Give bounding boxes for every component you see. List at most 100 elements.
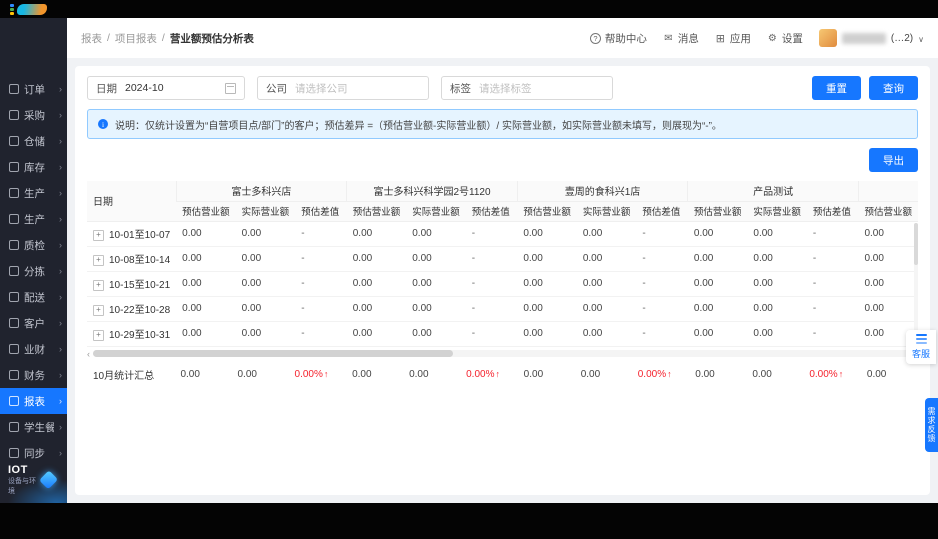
qc-icon (9, 240, 19, 250)
header-action-label: 消息 (677, 32, 699, 45)
breadcrumb-item[interactable]: 报表 (81, 31, 102, 46)
search-button[interactable]: 查询 (869, 76, 918, 100)
sidebar-item-inventory[interactable]: 库存 (0, 154, 67, 180)
summary-value-cell: 0.00 (752, 368, 772, 380)
sidebar-item-orders[interactable]: 订单 (0, 76, 67, 102)
sidebar-item-delivery[interactable]: 配送 (0, 284, 67, 310)
value-cell: - (806, 296, 859, 322)
reports-icon (9, 396, 19, 406)
summary-value-cell: 0.00 (523, 368, 544, 380)
sidebar-item-label: 分拣 (24, 265, 45, 278)
app-logo (10, 3, 47, 15)
sidebar-item-production-2[interactable]: 生产 (0, 206, 67, 232)
tag-filter-label: 标签 (450, 82, 471, 95)
value-cell: 0.00 (747, 221, 807, 247)
sidebar-item-production[interactable]: 生产 (0, 180, 67, 206)
logo-squares-icon (10, 3, 14, 15)
sidebar-item-qc[interactable]: 质检 (0, 232, 67, 258)
sidebar-item-reports[interactable]: 报表 (0, 388, 67, 414)
value-cell: 0.00 (747, 271, 807, 297)
sidebar-item-storage[interactable]: 仓储 (0, 128, 67, 154)
scrollbar-thumb[interactable] (93, 350, 454, 357)
value-cell: - (465, 221, 518, 247)
summary-viewport: 10月统计汇总 0.00 0.00 0.00% 0.00 0.00 0.00% 0.00 0.0… (87, 361, 918, 388)
row-date-label: 10-01至10-07 (109, 230, 171, 241)
value-cell: 0.00 (747, 246, 807, 272)
value-cell: - (806, 221, 859, 247)
value-cell: 0.00 (576, 321, 637, 347)
sidebar-item-label: 生产 (24, 213, 45, 226)
tag-filter[interactable]: 标签 请选择标签 (441, 76, 613, 100)
service-label: 客服 (911, 349, 930, 359)
scroll-left-icon[interactable] (87, 349, 90, 359)
user-name-suffix: (…2) (890, 32, 914, 44)
table-viewport: 日期 富士多科兴店 富士多科兴科学园2号1120 壹周的食科兴1店 产品测试 预估营业额实… (87, 181, 918, 347)
row-date-cell: 10-01至10-07 (87, 221, 177, 247)
screen: 订单采购仓储库存生产生产质检分拣配送客户业财财务报表学生餐同步 IOT 设备与环… (0, 0, 938, 539)
sidebar-item-customers[interactable]: 客户 (0, 310, 67, 336)
export-button[interactable]: 导出 (869, 148, 918, 172)
expand-icon[interactable] (93, 279, 104, 291)
value-cell: 0.00 (235, 296, 296, 322)
value-cell: 0.00 (576, 296, 637, 322)
scrollbar-track[interactable] (93, 350, 912, 357)
info-alert-text: 说明：仅统计设置为“自营项目点/部门”的客户；预估差异 =（预估营业额-实际营业… (115, 120, 722, 132)
sidebar-item-sorting[interactable]: 分拣 (0, 258, 67, 284)
value-cell: 0.00 (235, 321, 296, 347)
value-cell: - (806, 321, 859, 347)
value-cell: - (465, 296, 518, 322)
column-subheader-partial: 预估营业额 (858, 201, 918, 222)
chevron-right-icon (59, 396, 62, 406)
expand-icon[interactable] (93, 304, 104, 316)
expand-icon[interactable] (93, 329, 104, 341)
sidebar-item-label: 仓储 (24, 135, 45, 148)
sidebar-item-student-meal[interactable]: 学生餐 (0, 414, 67, 440)
value-cell: 0.00 (858, 221, 918, 247)
chevron-right-icon (59, 344, 62, 354)
column-subheader: 实际营业额 (235, 201, 296, 222)
gear-icon (767, 33, 778, 44)
chevron-right-icon (59, 136, 62, 146)
column-subheader: 预估营业额 (687, 201, 748, 222)
summary-diff-cell: 0.00% (289, 361, 347, 388)
production-icon (9, 188, 19, 198)
expand-icon[interactable] (93, 229, 104, 241)
sidebar-item-label: 报表 (24, 395, 45, 408)
header-action-help[interactable]: 帮助中心 (589, 31, 647, 46)
column-group-header: 产品测试 (687, 181, 859, 202)
sidebar-item-finance[interactable]: 财务 (0, 362, 67, 388)
breadcrumb-item[interactable]: 项目报表 (115, 31, 157, 46)
table-row: 10-29至10-310.000.00-0.000.00-0.000.00-0.… (87, 321, 918, 347)
sidebar-item-biz-finance[interactable]: 业财 (0, 336, 67, 362)
value-cell: 0.00 (176, 246, 236, 272)
chevron-right-icon (59, 84, 62, 94)
chevron-right-icon (59, 110, 62, 120)
iot-subtitle: 设备与环境 (8, 477, 36, 495)
vertical-scrollbar-thumb[interactable] (914, 223, 918, 265)
feedback-tab[interactable]: 需求反馈 (925, 398, 938, 452)
header-action-settings[interactable]: 设置 (767, 31, 803, 46)
user-menu[interactable]: (…2) (818, 29, 924, 47)
table-row: 10-08至10-140.000.00-0.000.00-0.000.00-0.… (87, 246, 918, 272)
iot-footer[interactable]: IOT 设备与环境 (0, 461, 67, 503)
row-date-label: 10-29至10-31 (109, 330, 171, 341)
breadcrumb-separator: / (161, 32, 165, 44)
sidebar-item-label: 生产 (24, 187, 45, 200)
company-filter[interactable]: 公司 请选择公司 (257, 76, 429, 100)
value-cell: 0.00 (517, 296, 577, 322)
value-cell: 0.00 (858, 246, 918, 272)
summary-value-cell: 0.00 (409, 368, 429, 380)
date-filter[interactable]: 日期 2024-10 (87, 76, 245, 100)
sidebar-item-purchase[interactable]: 采购 (0, 102, 67, 128)
header-action-apps[interactable]: 应用 (715, 31, 751, 46)
header-action-messages[interactable]: 消息 (663, 31, 699, 46)
value-cell: 0.00 (576, 246, 637, 272)
customers-icon (9, 318, 19, 328)
row-date-cell: 10-22至10-28 (87, 296, 177, 322)
service-layers-icon (915, 334, 927, 344)
horizontal-scrollbar[interactable] (87, 349, 918, 359)
expand-icon[interactable] (93, 254, 104, 266)
customer-service-button[interactable]: 客服 (906, 330, 936, 364)
value-cell: - (806, 271, 859, 297)
reset-button[interactable]: 重置 (812, 76, 861, 100)
